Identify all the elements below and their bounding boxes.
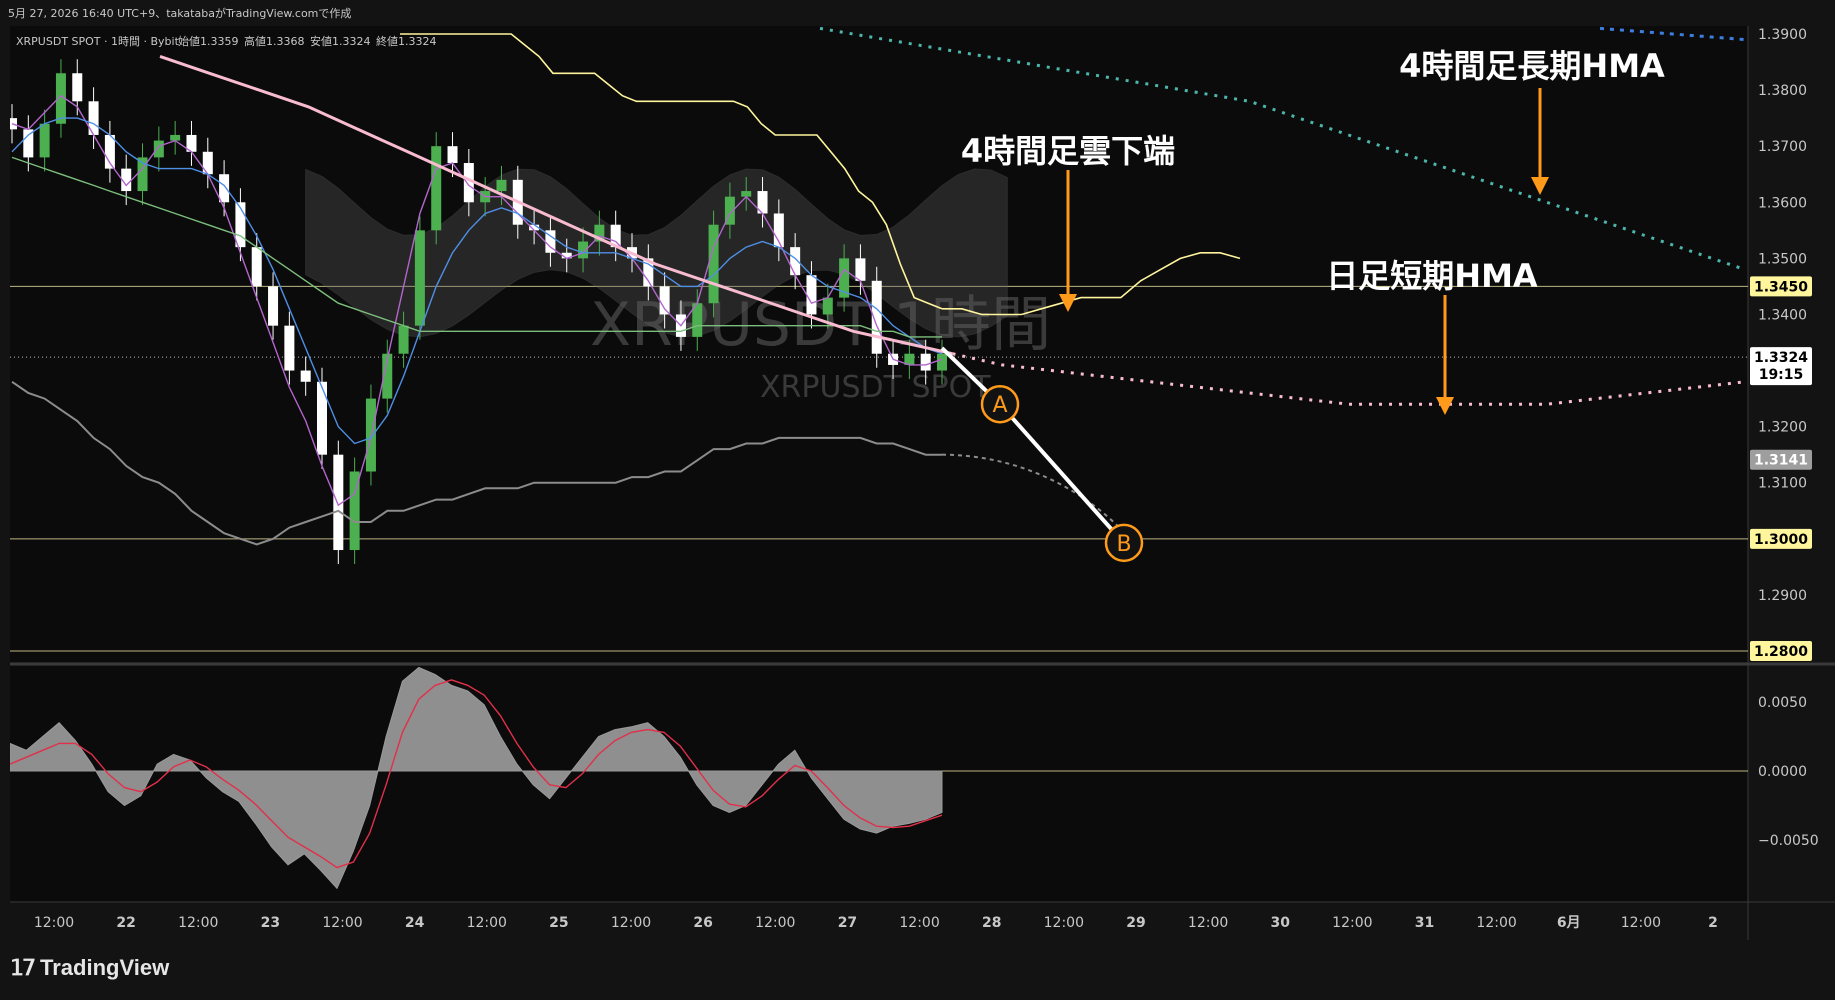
candle-body-15[interactable] — [251, 247, 262, 287]
annotation-cloud-4h-lower: 4時間足雲下端 — [961, 132, 1175, 170]
osc-tick-2: −0.0050 — [1758, 833, 1819, 849]
tradingview-logo[interactable]: 𝟣𝟩 TradingView — [10, 955, 169, 981]
point-a-label: A — [992, 393, 1007, 418]
candle-body-57[interactable] — [937, 353, 947, 371]
price-tick-6: 1.3200 — [1758, 420, 1807, 436]
point-b-label: B — [1116, 532, 1131, 557]
candle-body-16[interactable] — [268, 286, 279, 326]
time-tick-10: 12:00 — [755, 915, 795, 931]
time-tick-7: 25 — [549, 915, 568, 931]
time-tick-6: 12:00 — [467, 915, 507, 931]
candle-body-1[interactable] — [23, 129, 34, 158]
price-badge-label-3: 1.3000 — [1754, 532, 1808, 548]
price-badge-label-4: 1.2800 — [1754, 644, 1808, 660]
symbol-watermark-sub: XRPUSDT SPOT — [760, 370, 991, 405]
time-tick-4: 12:00 — [322, 915, 362, 931]
candle-body-24[interactable] — [398, 325, 409, 354]
price-badge-label-1: 1.3324 — [1754, 350, 1808, 366]
time-tick-16: 12:00 — [1188, 915, 1228, 931]
price-badge-time-1: 19:15 — [1759, 367, 1804, 383]
ohlc-3: 終値1.3324 — [376, 34, 437, 48]
annotation-hma-4h-long: 4時間足長期HMA — [1399, 47, 1665, 85]
tradingview-logo-text: TradingView — [40, 955, 170, 980]
time-tick-21: 6月 — [1557, 915, 1581, 931]
candle-body-43[interactable] — [708, 224, 719, 304]
time-tick-18: 12:00 — [1332, 915, 1372, 931]
price-tick-3: 1.3600 — [1758, 195, 1807, 211]
time-tick-19: 31 — [1415, 915, 1434, 931]
price-badge-label-0: 1.3450 — [1754, 279, 1808, 295]
time-tick-5: 24 — [405, 915, 425, 931]
time-tick-20: 12:00 — [1476, 915, 1516, 931]
ohlc-1: 高値1.3368 — [244, 34, 305, 48]
candle-body-25[interactable] — [414, 230, 425, 326]
time-tick-9: 26 — [693, 915, 712, 931]
tradingview-logo-icon: 𝟣𝟩 — [10, 955, 36, 980]
time-tick-12: 12:00 — [899, 915, 939, 931]
chart-window: XRPUSDT 1時間 XRPUSDT SPOT 5月 27, 2026 16:… — [0, 0, 1835, 1000]
time-tick-15: 29 — [1126, 915, 1145, 931]
osc-tick-1: 0.0000 — [1758, 764, 1807, 780]
candle-body-30[interactable] — [496, 179, 507, 192]
price-tick-2: 1.3700 — [1758, 139, 1807, 155]
price-tick-4: 1.3500 — [1758, 251, 1807, 267]
time-tick-8: 12:00 — [611, 915, 651, 931]
candle-body-19[interactable] — [317, 381, 327, 455]
candle-body-18[interactable] — [300, 370, 311, 382]
price-tick-1: 1.3800 — [1758, 83, 1807, 99]
candle-body-12[interactable] — [202, 151, 213, 175]
osc-tick-0: 0.0050 — [1758, 695, 1807, 711]
ohlc-2: 安値1.3324 — [310, 34, 371, 48]
time-tick-11: 27 — [838, 915, 857, 931]
symbol-line: XRPUSDT SPOT · 1時間 · Bybit — [16, 35, 180, 48]
candle-body-2[interactable] — [39, 123, 50, 158]
candle-body-27[interactable] — [447, 146, 458, 164]
time-tick-13: 28 — [982, 915, 1001, 931]
time-tick-23: 2 — [1708, 915, 1718, 931]
candle-body-49[interactable] — [806, 275, 817, 315]
candle-body-13[interactable] — [219, 174, 230, 203]
price-tick-8: 1.2900 — [1758, 588, 1807, 604]
price-tick-5: 1.3400 — [1758, 307, 1807, 323]
candle-body-10[interactable] — [170, 134, 181, 141]
annotation-hma-daily-short: 日足短期HMA — [1326, 257, 1538, 295]
price-badge-label-2: 1.3141 — [1754, 453, 1808, 469]
chart-canvas[interactable]: XRPUSDT 1時間 XRPUSDT SPOT 5月 27, 2026 16:… — [0, 0, 1835, 1000]
time-tick-0: 12:00 — [34, 915, 74, 931]
candle-body-26[interactable] — [431, 146, 442, 231]
candle-body-50[interactable] — [822, 297, 833, 315]
time-tick-14: 12:00 — [1044, 915, 1084, 931]
price-tick-0: 1.3900 — [1758, 27, 1807, 43]
time-tick-22: 12:00 — [1621, 915, 1661, 931]
time-tick-3: 23 — [261, 915, 280, 931]
candle-body-4[interactable] — [72, 73, 83, 102]
candle-body-52[interactable] — [855, 258, 866, 281]
source-line: 5月 27, 2026 16:40 UTC+9、takatabaがTrading… — [8, 6, 351, 20]
candle-body-9[interactable] — [153, 140, 164, 158]
time-tick-2: 12:00 — [178, 915, 218, 931]
candle-body-40[interactable] — [659, 286, 670, 315]
candle-body-17[interactable] — [284, 325, 295, 371]
price-tick-7: 1.3100 — [1758, 476, 1807, 492]
time-tick-17: 30 — [1270, 915, 1290, 931]
time-tick-1: 22 — [116, 915, 135, 931]
ohlc-0: 始値1.3359 — [178, 34, 239, 48]
candle-body-56[interactable] — [920, 353, 931, 371]
